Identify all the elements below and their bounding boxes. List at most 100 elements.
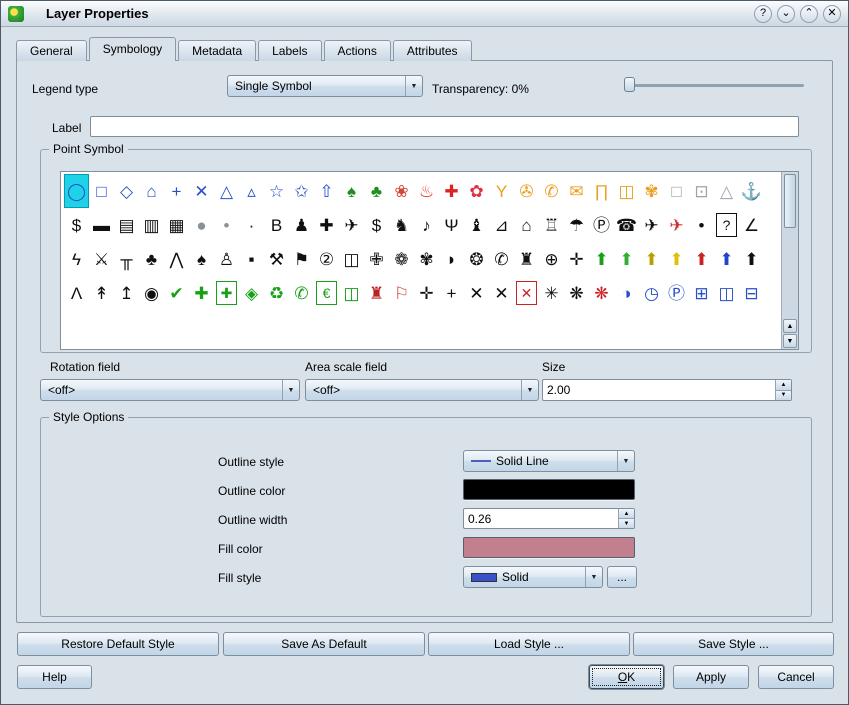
- house-symbol[interactable]: ⌂: [514, 208, 539, 242]
- plane-small-symbol[interactable]: ✈: [339, 208, 364, 242]
- museum-symbol[interactable]: ♜: [514, 242, 539, 276]
- blue-badge-symbol[interactable]: ◑: [614, 276, 639, 310]
- music-note-symbol[interactable]: ♪: [414, 208, 439, 242]
- arrow-a-symbol[interactable]: Λ: [64, 276, 89, 310]
- square-symbol[interactable]: □: [89, 174, 114, 208]
- x-symbol[interactable]: ✕: [189, 174, 214, 208]
- star-outline-symbol[interactable]: ✩: [289, 174, 314, 208]
- triangle-small-symbol[interactable]: ▵: [239, 174, 264, 208]
- outline-width-spinbox[interactable]: 0.26 ▲ ▼: [463, 508, 635, 529]
- bottle-symbol[interactable]: ♝: [464, 208, 489, 242]
- tent-symbol[interactable]: ⋀: [164, 242, 189, 276]
- bus-symbol[interactable]: ⊞: [689, 276, 714, 310]
- help-button[interactable]: Help: [17, 665, 92, 689]
- tab-attributes[interactable]: Attributes: [393, 40, 472, 61]
- scroll-down-button[interactable]: ▼: [783, 334, 797, 348]
- arrow-green-red-symbol[interactable]: ⬆: [614, 242, 639, 276]
- mail-horn-symbol[interactable]: ✉: [564, 174, 589, 208]
- deer-symbol[interactable]: ♞: [389, 208, 414, 242]
- transparency-slider[interactable]: [624, 76, 804, 94]
- building-symbol[interactable]: ▦: [164, 208, 189, 242]
- area-scale-field-combo[interactable]: <off> ▼: [305, 379, 539, 401]
- phone-symbol[interactable]: ☎: [614, 208, 639, 242]
- slider-groove[interactable]: [624, 84, 804, 87]
- restore-default-style-button[interactable]: Restore Default Style: [17, 632, 219, 656]
- circle-symbol[interactable]: ◯: [64, 174, 89, 208]
- conifer-symbol[interactable]: ♠: [339, 174, 364, 208]
- gear-symbol[interactable]: ❂: [464, 242, 489, 276]
- hiker-symbol[interactable]: ♙: [214, 242, 239, 276]
- mine-symbol[interactable]: ⚒: [264, 242, 289, 276]
- north-circle-symbol[interactable]: ◉: [139, 276, 164, 310]
- save-style-button[interactable]: Save Style ...: [633, 632, 834, 656]
- gun-symbol[interactable]: ▬: [89, 208, 114, 242]
- train-red-symbol[interactable]: ♜: [364, 276, 389, 310]
- green-shield-symbol[interactable]: ◈: [239, 276, 264, 310]
- scrollbar-thumb[interactable]: [784, 174, 796, 228]
- tab-symbology[interactable]: Symbology: [89, 37, 176, 61]
- info-2-symbol[interactable]: ②: [314, 242, 339, 276]
- flower-symbol[interactable]: ❀: [389, 174, 414, 208]
- size-value[interactable]: 2.00: [543, 380, 775, 400]
- gate-symbol[interactable]: ∏: [589, 174, 614, 208]
- camera-symbol[interactable]: ▤: [114, 208, 139, 242]
- arrow-green-symbol[interactable]: ⬆: [589, 242, 614, 276]
- restaurant-symbol[interactable]: Ψ: [439, 208, 464, 242]
- slider-handle[interactable]: [624, 77, 635, 92]
- tab-actions[interactable]: Actions: [324, 40, 391, 61]
- plus-2-symbol[interactable]: +: [439, 276, 464, 310]
- arrow-black-symbol[interactable]: ⬆: [739, 242, 764, 276]
- fill-style-combo[interactable]: Solid ▼: [463, 566, 603, 588]
- arrow-olive-symbol[interactable]: ⬆: [639, 242, 664, 276]
- atm-symbol[interactable]: €: [316, 281, 337, 305]
- tab-general[interactable]: General: [16, 40, 87, 61]
- fire-symbol[interactable]: ♨: [414, 174, 439, 208]
- triangle-symbol[interactable]: △: [214, 174, 239, 208]
- crossed-skis-symbol[interactable]: ⚔: [89, 242, 114, 276]
- tram-symbol[interactable]: ◫: [714, 276, 739, 310]
- people-symbol[interactable]: ♟: [289, 208, 314, 242]
- anchor-symbol[interactable]: ⚓: [739, 174, 764, 208]
- asterisk-red-symbol[interactable]: ❋: [589, 276, 614, 310]
- flag-symbol[interactable]: ⚑: [289, 242, 314, 276]
- green-cross-symbol[interactable]: ✚: [189, 276, 214, 310]
- bank-symbol[interactable]: ♖: [539, 208, 564, 242]
- dollar-2-symbol[interactable]: $: [364, 208, 389, 242]
- shade-button[interactable]: ⌄: [777, 5, 795, 23]
- car-symbol[interactable]: ▥: [139, 208, 164, 242]
- legend-type-combo[interactable]: Single Symbol ▼: [227, 75, 423, 97]
- dot-symbol[interactable]: ·: [239, 208, 264, 242]
- slipway-symbol[interactable]: ∠: [739, 208, 764, 242]
- arrow-tree-symbol[interactable]: ↥: [114, 276, 139, 310]
- flag-small-symbol[interactable]: ⚐: [389, 276, 414, 310]
- fill-style-more-button[interactable]: ...: [607, 566, 637, 588]
- arrow-anchor-symbol[interactable]: ↟: [89, 276, 114, 310]
- spin-down-button[interactable]: ▼: [776, 391, 791, 401]
- dot-2-symbol[interactable]: •: [689, 208, 714, 242]
- green-phone-symbol[interactable]: ✆: [289, 276, 314, 310]
- tab-labels[interactable]: Labels: [258, 40, 321, 61]
- square-white-symbol[interactable]: □: [664, 174, 689, 208]
- shield-cross-symbol[interactable]: ✙: [364, 242, 389, 276]
- ok-button[interactable]: OK: [589, 665, 664, 689]
- load-style-button[interactable]: Load Style ...: [428, 632, 630, 656]
- size-spinbox[interactable]: 2.00 ▲ ▼: [542, 379, 792, 401]
- cancel-button[interactable]: Cancel: [758, 665, 834, 689]
- square-dot-symbol[interactable]: ⊡: [689, 174, 714, 208]
- outline-color-button[interactable]: [463, 479, 635, 500]
- picnic-tree-symbol[interactable]: ♣: [139, 242, 164, 276]
- spin-up-button[interactable]: ▲: [619, 509, 634, 519]
- pine-symbol[interactable]: ♠: [189, 242, 214, 276]
- label-input[interactable]: [91, 117, 798, 136]
- green-bus-symbol[interactable]: ◫: [339, 276, 364, 310]
- plus-1-symbol[interactable]: ✛: [414, 276, 439, 310]
- arrow-blue-symbol[interactable]: ⬆: [714, 242, 739, 276]
- moon-symbol[interactable]: ◗: [439, 242, 464, 276]
- star-gear-symbol[interactable]: ✾: [414, 242, 439, 276]
- green-cross-box-symbol[interactable]: ✚: [216, 281, 237, 305]
- save-as-default-button[interactable]: Save As Default: [223, 632, 425, 656]
- first-aid-symbol[interactable]: ✚: [439, 174, 464, 208]
- asterisk-1-symbol[interactable]: ✳: [539, 276, 564, 310]
- train-symbol[interactable]: ⊟: [739, 276, 764, 310]
- flower-gear-symbol[interactable]: ❁: [389, 242, 414, 276]
